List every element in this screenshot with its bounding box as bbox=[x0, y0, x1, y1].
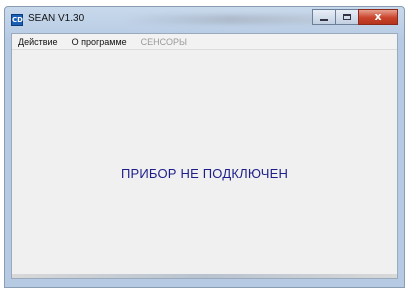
menu-bar: Действие О программе СЕНСОРЫ bbox=[12, 34, 397, 50]
title-bar[interactable]: CD SEAN V1.30 x bbox=[5, 7, 404, 33]
maximize-button[interactable] bbox=[335, 9, 359, 25]
window-controls: x bbox=[312, 9, 398, 27]
menu-item-sensors: СЕНСОРЫ bbox=[140, 36, 187, 47]
maximize-icon bbox=[343, 14, 351, 20]
window-title: SEAN V1.30 bbox=[28, 13, 85, 24]
minimize-button[interactable] bbox=[312, 9, 336, 25]
app-icon: CD bbox=[11, 14, 23, 26]
close-button[interactable]: x bbox=[358, 9, 398, 25]
app-window: CD SEAN V1.30 x Действие О программе СЕН… bbox=[4, 6, 405, 288]
status-message: ПРИБОР НЕ ПОДКЛЮЧЕН bbox=[120, 166, 289, 181]
menu-item-action[interactable]: Действие bbox=[18, 35, 58, 49]
minimize-icon bbox=[320, 18, 328, 21]
menu-item-about[interactable]: О программе bbox=[72, 35, 127, 49]
close-icon: x bbox=[374, 10, 382, 23]
blurred-taskbar-overlay bbox=[125, 15, 335, 24]
client-area: Действие О программе СЕНСОРЫ ПРИБОР НЕ П… bbox=[11, 33, 398, 279]
window-bottom-edge bbox=[12, 274, 397, 278]
